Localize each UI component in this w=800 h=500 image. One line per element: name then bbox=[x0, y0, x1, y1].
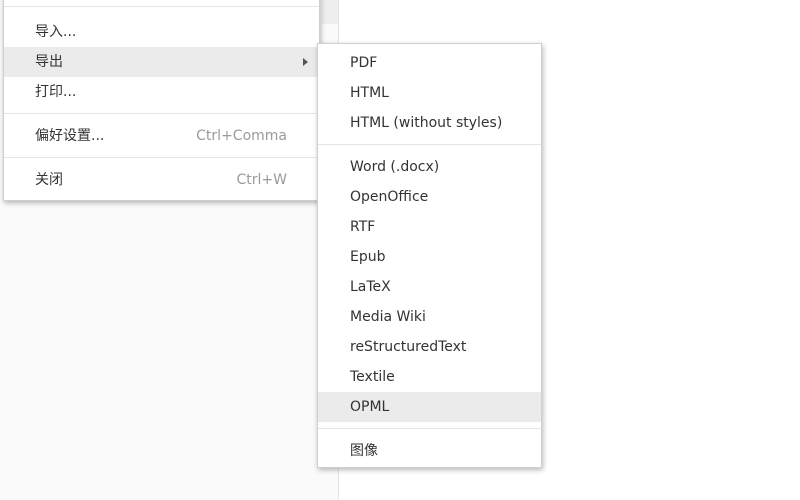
export-item-pdf[interactable]: PDF bbox=[318, 48, 541, 78]
menu-item-label: OpenOffice bbox=[350, 189, 429, 205]
export-item-media-wiki[interactable]: Media Wiki bbox=[318, 302, 541, 332]
export-item-image[interactable]: 图像 bbox=[318, 436, 541, 466]
menu-item-label: 图像 bbox=[350, 443, 378, 459]
menu-separator bbox=[318, 144, 541, 145]
export-item-rtf[interactable]: RTF bbox=[318, 212, 541, 242]
menu-item-label: 导出 bbox=[35, 54, 63, 70]
menu-item-label: HTML (without styles) bbox=[350, 115, 503, 131]
shortcut-label: Ctrl+W bbox=[236, 172, 287, 188]
menu-item-export[interactable]: 导出 bbox=[4, 47, 319, 77]
export-item-opml[interactable]: OPML bbox=[318, 392, 541, 422]
export-item-latex[interactable]: LaTeX bbox=[318, 272, 541, 302]
menu-item-label: 打印... bbox=[35, 84, 77, 100]
sidebar-scroll-strip bbox=[322, 0, 338, 24]
menu-item-label: 偏好设置... bbox=[35, 128, 105, 144]
menu-item-print[interactable]: 打印... bbox=[4, 77, 319, 107]
menu-separator bbox=[4, 113, 319, 114]
export-item-html-without-styles[interactable]: HTML (without styles) bbox=[318, 108, 541, 138]
menu-item-preferences[interactable]: 偏好设置... Ctrl+Comma bbox=[4, 121, 319, 151]
menu-item-label: 导入... bbox=[35, 24, 77, 40]
export-item-html[interactable]: HTML bbox=[318, 78, 541, 108]
export-item-epub[interactable]: Epub bbox=[318, 242, 541, 272]
export-submenu: PDF HTML HTML (without styles) Word (.do… bbox=[317, 43, 542, 468]
menu-item-label: reStructuredText bbox=[350, 339, 467, 355]
menu-item-label: Epub bbox=[350, 249, 386, 265]
menu-item-import[interactable]: 导入... bbox=[4, 17, 319, 47]
submenu-arrow-icon bbox=[303, 58, 308, 66]
export-item-word[interactable]: Word (.docx) bbox=[318, 152, 541, 182]
menu-separator bbox=[4, 6, 319, 7]
menu-item-label: Textile bbox=[350, 369, 395, 385]
menu-separator bbox=[318, 428, 541, 429]
app-window: 导入... 导出 打印... 偏好设置... Ctrl+Comma 关闭 Ctr… bbox=[0, 0, 800, 500]
file-menu: 导入... 导出 打印... 偏好设置... Ctrl+Comma 关闭 Ctr… bbox=[3, 0, 320, 201]
menu-item-label: 关闭 bbox=[35, 172, 63, 188]
export-item-openoffice[interactable]: OpenOffice bbox=[318, 182, 541, 212]
menu-item-label: RTF bbox=[350, 219, 376, 235]
menu-item-label: LaTeX bbox=[350, 279, 391, 295]
menu-item-label: HTML bbox=[350, 85, 389, 101]
menu-item-label: Media Wiki bbox=[350, 309, 426, 325]
export-item-textile[interactable]: Textile bbox=[318, 362, 541, 392]
menu-item-label: PDF bbox=[350, 55, 378, 71]
menu-item-label: OPML bbox=[350, 399, 390, 415]
menu-item-label: Word (.docx) bbox=[350, 159, 440, 175]
menu-item-close[interactable]: 关闭 Ctrl+W bbox=[4, 165, 319, 195]
shortcut-label: Ctrl+Comma bbox=[196, 128, 287, 144]
menu-separator bbox=[4, 157, 319, 158]
export-item-restructuredtext[interactable]: reStructuredText bbox=[318, 332, 541, 362]
